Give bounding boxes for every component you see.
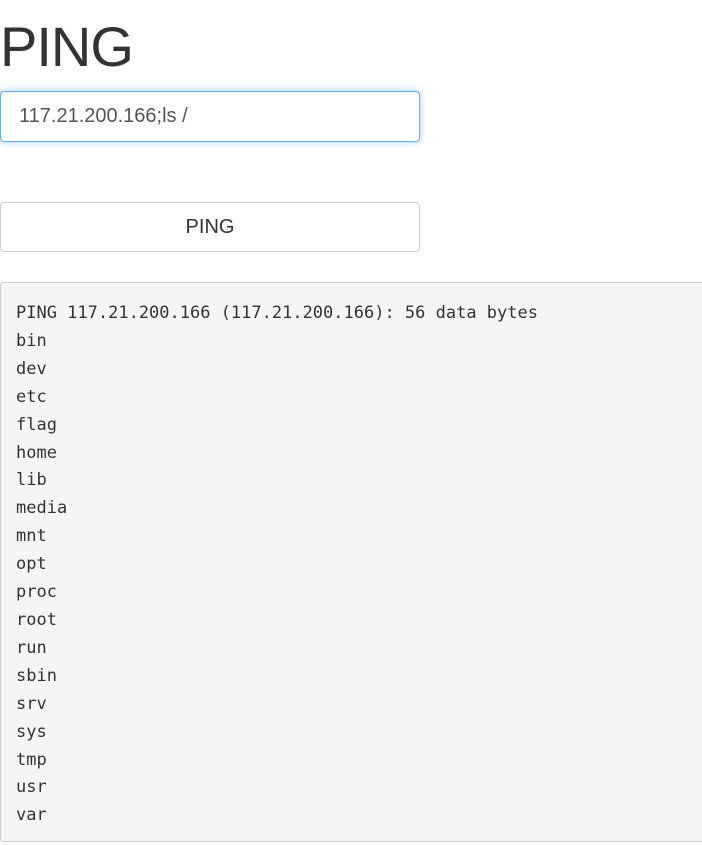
output-line: root bbox=[16, 609, 57, 630]
output-line: etc bbox=[16, 386, 47, 407]
output-line: sys bbox=[16, 721, 47, 742]
page-title: PING bbox=[0, 15, 134, 78]
output-line: usr bbox=[16, 777, 47, 798]
output-line: sbin bbox=[16, 665, 57, 686]
ip-address-input[interactable] bbox=[1, 92, 419, 141]
output-line: mnt bbox=[16, 526, 47, 547]
output-line: PING 117.21.200.166 (117.21.200.166): 56… bbox=[16, 303, 538, 323]
ip-input-wrapper bbox=[0, 91, 420, 142]
command-output: PING 117.21.200.166 (117.21.200.166): 56… bbox=[0, 282, 702, 842]
output-line: home bbox=[16, 442, 57, 463]
output-line: srv bbox=[16, 693, 47, 714]
output-line: tmp bbox=[16, 749, 47, 770]
output-line: var bbox=[16, 805, 47, 826]
output-line: proc bbox=[16, 582, 57, 603]
output-line: opt bbox=[16, 554, 47, 575]
output-line: lib bbox=[16, 470, 47, 491]
output-line: dev bbox=[16, 358, 47, 379]
output-line: media bbox=[16, 498, 68, 519]
output-line: flag bbox=[16, 414, 57, 435]
ping-button[interactable]: PING bbox=[0, 202, 420, 252]
output-line: run bbox=[16, 637, 47, 658]
output-line: bin bbox=[16, 330, 47, 351]
